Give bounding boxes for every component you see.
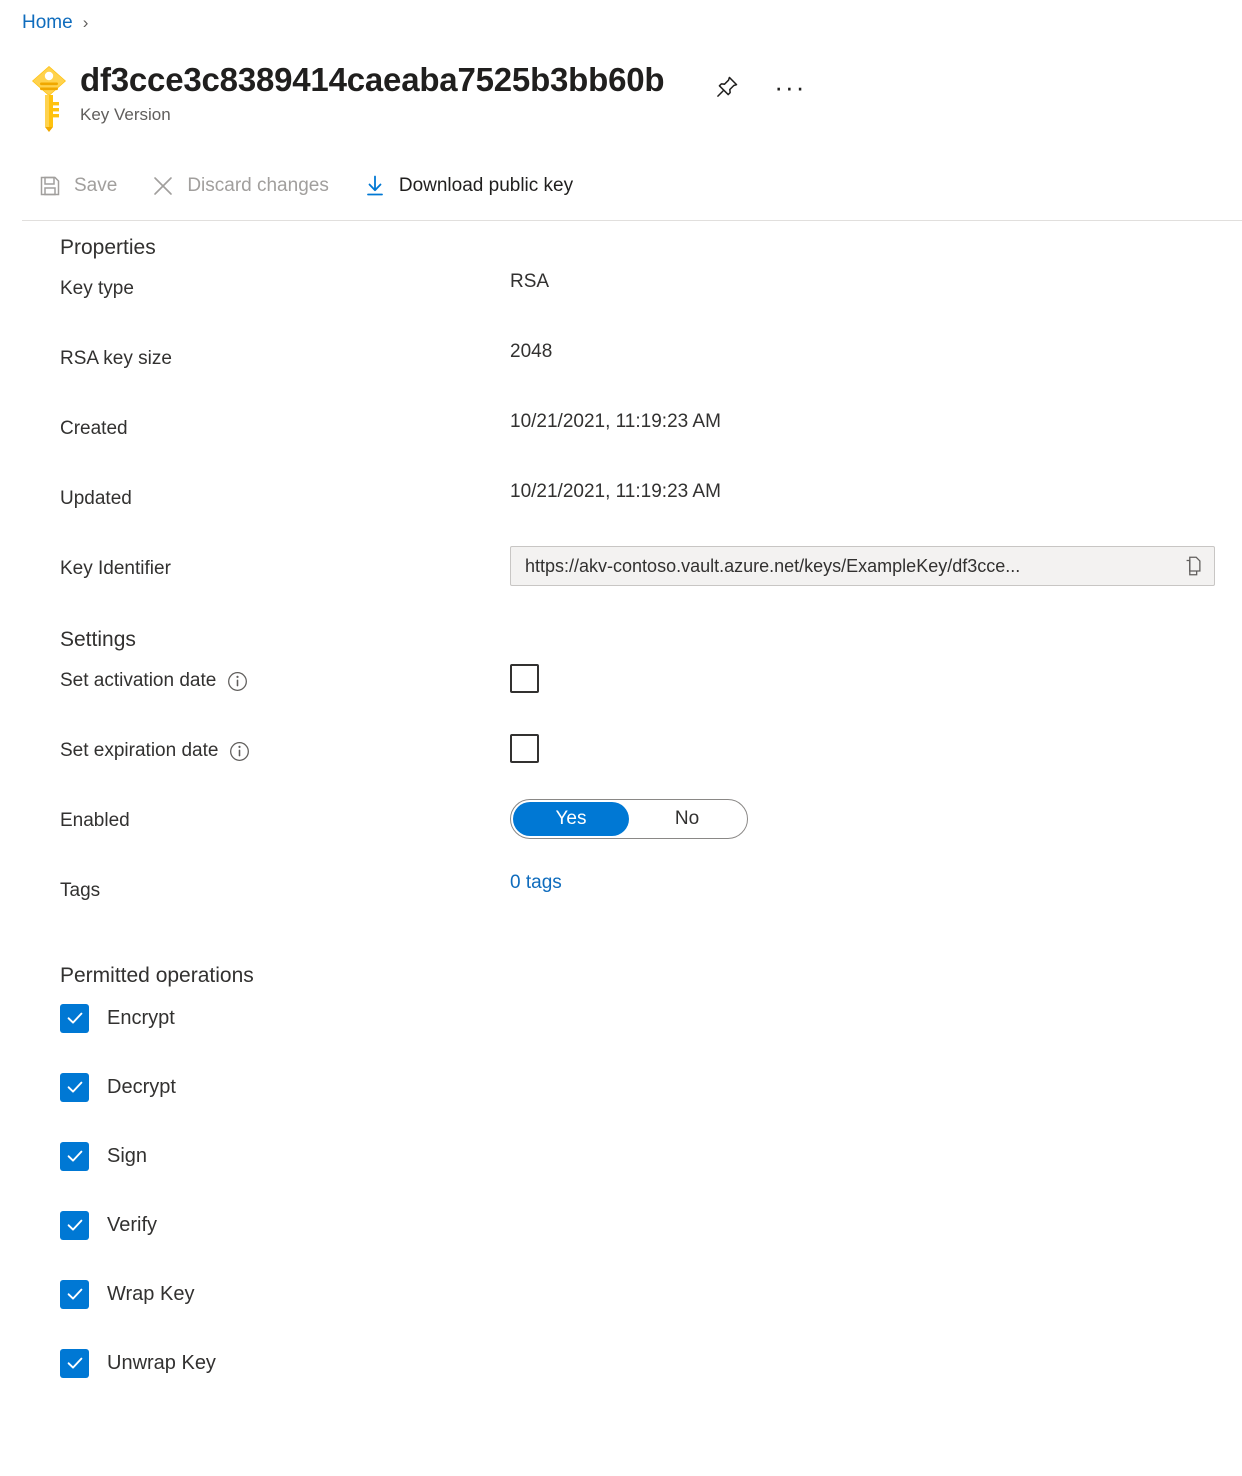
decrypt-checkbox[interactable] bbox=[60, 1073, 89, 1102]
download-public-key-button[interactable]: Download public key bbox=[347, 168, 591, 204]
verify-checkbox[interactable] bbox=[60, 1211, 89, 1240]
close-icon bbox=[151, 174, 175, 198]
set-activation-date-label: Set activation date bbox=[60, 662, 510, 692]
field-updated: Updated 10/21/2021, 11:19:23 AM bbox=[60, 480, 1242, 550]
pin-button[interactable] bbox=[710, 70, 744, 104]
field-tags: Tags 0 tags bbox=[60, 872, 1242, 942]
operation-row-decrypt[interactable]: Decrypt bbox=[60, 1067, 1242, 1107]
operation-row-verify[interactable]: Verify bbox=[60, 1205, 1242, 1245]
page-header: df3cce3c8389414caeaba7525b3bb60b Key Ver… bbox=[22, 58, 810, 134]
encrypt-checkbox[interactable] bbox=[60, 1004, 89, 1033]
operation-row-wrap-key[interactable]: Wrap Key bbox=[60, 1274, 1242, 1314]
page-title: df3cce3c8389414caeaba7525b3bb60b bbox=[80, 58, 664, 102]
properties-heading: Properties bbox=[60, 236, 1242, 260]
info-icon[interactable] bbox=[227, 671, 248, 692]
key-type-label: Key type bbox=[60, 270, 510, 300]
check-icon bbox=[65, 1077, 85, 1097]
field-key-identifier: Key Identifier https://akv-contoso.vault… bbox=[60, 550, 1242, 622]
decrypt-label: Decrypt bbox=[107, 1076, 176, 1099]
key-identifier-label: Key Identifier bbox=[60, 550, 510, 580]
save-label: Save bbox=[74, 175, 117, 197]
download-icon bbox=[363, 174, 387, 198]
copy-icon bbox=[1182, 555, 1204, 577]
tags-link[interactable]: 0 tags bbox=[510, 872, 562, 894]
pin-icon bbox=[714, 74, 740, 100]
enabled-toggle[interactable]: Yes No bbox=[510, 799, 748, 839]
permitted-operations-heading: Permitted operations bbox=[60, 964, 1242, 988]
set-expiration-date-checkbox[interactable] bbox=[510, 734, 539, 763]
save-button[interactable]: Save bbox=[22, 168, 135, 204]
operation-row-unwrap-key[interactable]: Unwrap Key bbox=[60, 1343, 1242, 1383]
ellipsis-icon: ··· bbox=[774, 80, 806, 94]
set-expiration-date-text: Set expiration date bbox=[60, 740, 218, 762]
permitted-operations-section: Permitted operations Encrypt Decrypt bbox=[60, 964, 1242, 1383]
more-options-button[interactable]: ··· bbox=[770, 76, 810, 98]
tags-label: Tags bbox=[60, 872, 510, 902]
encrypt-label: Encrypt bbox=[107, 1007, 175, 1030]
unwrap-key-label: Unwrap Key bbox=[107, 1352, 216, 1375]
wrap-key-label: Wrap Key bbox=[107, 1283, 194, 1306]
created-label: Created bbox=[60, 410, 510, 440]
check-icon bbox=[65, 1215, 85, 1235]
field-key-type: Key type RSA bbox=[60, 270, 1242, 340]
breadcrumb-item-home[interactable]: Home bbox=[22, 12, 73, 34]
enabled-toggle-no[interactable]: No bbox=[629, 802, 745, 836]
set-activation-date-checkbox[interactable] bbox=[510, 664, 539, 693]
sign-label: Sign bbox=[107, 1145, 147, 1168]
operation-row-encrypt[interactable]: Encrypt bbox=[60, 998, 1242, 1038]
key-icon bbox=[22, 62, 76, 134]
chevron-right-icon: › bbox=[83, 13, 89, 33]
field-set-expiration-date: Set expiration date bbox=[60, 732, 1242, 802]
operation-row-sign[interactable]: Sign bbox=[60, 1136, 1242, 1176]
page-subtitle: Key Version bbox=[80, 103, 664, 127]
check-icon bbox=[65, 1008, 85, 1028]
settings-heading: Settings bbox=[60, 628, 1242, 652]
created-value: 10/21/2021, 11:19:23 AM bbox=[510, 410, 721, 433]
unwrap-key-checkbox[interactable] bbox=[60, 1349, 89, 1378]
field-created: Created 10/21/2021, 11:19:23 AM bbox=[60, 410, 1242, 480]
discard-changes-button[interactable]: Discard changes bbox=[135, 168, 347, 204]
field-rsa-key-size: RSA key size 2048 bbox=[60, 340, 1242, 410]
copy-key-identifier-button[interactable] bbox=[1176, 549, 1210, 583]
command-bar: Save Discard changes Download public key bbox=[22, 168, 591, 204]
set-expiration-date-label: Set expiration date bbox=[60, 732, 510, 762]
key-identifier-input[interactable]: https://akv-contoso.vault.azure.net/keys… bbox=[510, 546, 1215, 586]
updated-label: Updated bbox=[60, 480, 510, 510]
info-icon[interactable] bbox=[229, 741, 250, 762]
check-icon bbox=[65, 1284, 85, 1304]
key-type-value: RSA bbox=[510, 270, 549, 293]
field-set-activation-date: Set activation date bbox=[60, 662, 1242, 732]
check-icon bbox=[65, 1353, 85, 1373]
check-icon bbox=[65, 1146, 85, 1166]
sign-checkbox[interactable] bbox=[60, 1142, 89, 1171]
save-icon bbox=[38, 174, 62, 198]
updated-value: 10/21/2021, 11:19:23 AM bbox=[510, 480, 721, 503]
breadcrumb: Home › bbox=[22, 12, 88, 34]
discard-changes-label: Discard changes bbox=[187, 175, 329, 197]
rsa-key-size-label: RSA key size bbox=[60, 340, 510, 370]
rsa-key-size-value: 2048 bbox=[510, 340, 552, 363]
set-activation-date-text: Set activation date bbox=[60, 670, 216, 692]
key-identifier-value: https://akv-contoso.vault.azure.net/keys… bbox=[525, 556, 1176, 577]
enabled-toggle-yes[interactable]: Yes bbox=[513, 802, 629, 836]
download-public-key-label: Download public key bbox=[399, 175, 573, 197]
content-area: Properties Key type RSA RSA key size 204… bbox=[0, 236, 1242, 1412]
toolbar-divider bbox=[22, 220, 1242, 221]
enabled-label: Enabled bbox=[60, 802, 510, 832]
field-enabled: Enabled Yes No bbox=[60, 802, 1242, 872]
verify-label: Verify bbox=[107, 1214, 157, 1237]
wrap-key-checkbox[interactable] bbox=[60, 1280, 89, 1309]
